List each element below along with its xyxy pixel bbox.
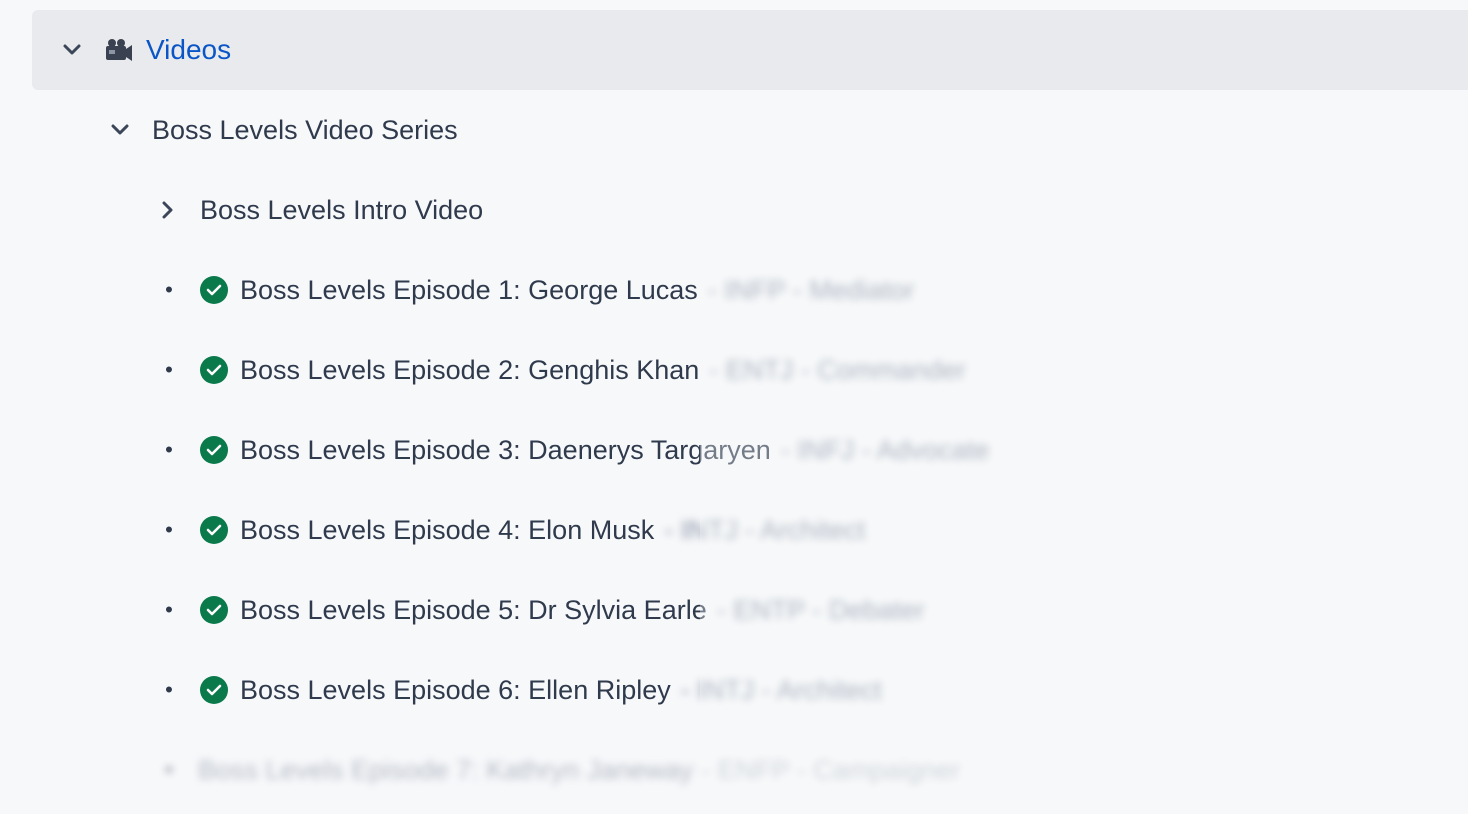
tree-node-series[interactable]: Boss Levels Video Series [0,90,1468,170]
episode-title[interactable]: Boss Levels Episode 6: Ellen Ripley [240,675,671,706]
episode-meta: - ENFP - Campaigner [701,754,961,785]
bullet-icon: • [165,437,173,462]
episode-item[interactable]: • Boss Levels Episode 3: Daenerys Targar… [0,410,1468,490]
episode-item[interactable]: • Boss Levels Episode 4: Elon Musk - INT… [0,490,1468,570]
check-circle-icon [200,436,228,464]
tree-node-label[interactable]: Boss Levels Video Series [152,115,458,146]
episode-meta: - ENTJ - Commander [709,354,966,385]
video-tree: Videos Boss Levels Video Series Boss Lev… [0,0,1468,814]
episode-item[interactable]: • Boss Levels Episode 1: George Lucas - … [0,250,1468,330]
check-circle-icon [200,276,228,304]
episode-item[interactable]: • Boss Levels Episode 7: Kathryn Janeway… [0,730,1468,810]
tree-node-intro[interactable]: Boss Levels Intro Video [0,170,1468,250]
episode-item[interactable]: • Boss Levels Episode 2: Genghis Khan - … [0,330,1468,410]
chevron-down-icon[interactable] [110,120,130,140]
episode-title[interactable]: Boss Levels Episode 1: George Lucas [240,275,698,306]
video-camera-icon [104,35,134,65]
episode-title[interactable]: Boss Levels Episode 4: Elon Musk [240,515,654,546]
episode-title[interactable]: Boss Levels Episode 7: Kathryn Janeway [198,755,693,786]
chevron-down-icon[interactable] [62,40,82,60]
episode-title[interactable]: Boss Levels Episode 2: Genghis Khan [240,355,699,386]
episode-item[interactable]: • Boss Levels Episode 5: Dr Sylvia Earle… [0,570,1468,650]
bullet-icon: • [165,597,173,622]
episode-item[interactable]: • Boss Levels Episode 6: Ellen Ripley - … [0,650,1468,730]
check-circle-icon [200,596,228,624]
bullet-icon: • [165,757,173,782]
episode-title[interactable]: Boss Levels Episode 5: Dr Sylvia Earle [240,595,707,626]
tree-node-label[interactable]: Videos [146,34,231,66]
tree-node-label[interactable]: Boss Levels Intro Video [200,195,483,226]
bullet-icon: • [165,277,173,302]
bullet-icon: • [165,517,173,542]
tree-node-videos[interactable]: Videos [32,10,1468,90]
bullet-icon: • [165,357,173,382]
episode-meta: - INTJ - Architect [664,514,866,545]
check-circle-icon [200,676,228,704]
episode-meta: - ENTP - Debater [716,594,925,625]
check-circle-icon [200,516,228,544]
episode-title[interactable]: Boss Levels Episode 3: Daenerys Targarye… [240,435,771,466]
episode-meta: - INFP - Mediator [707,274,915,305]
episode-meta: - INFJ - Advocate [780,434,990,465]
check-circle-icon [200,356,228,384]
bullet-icon: • [165,677,173,702]
episode-meta: - INTJ - Architect [680,674,882,705]
chevron-right-icon[interactable] [158,200,178,220]
